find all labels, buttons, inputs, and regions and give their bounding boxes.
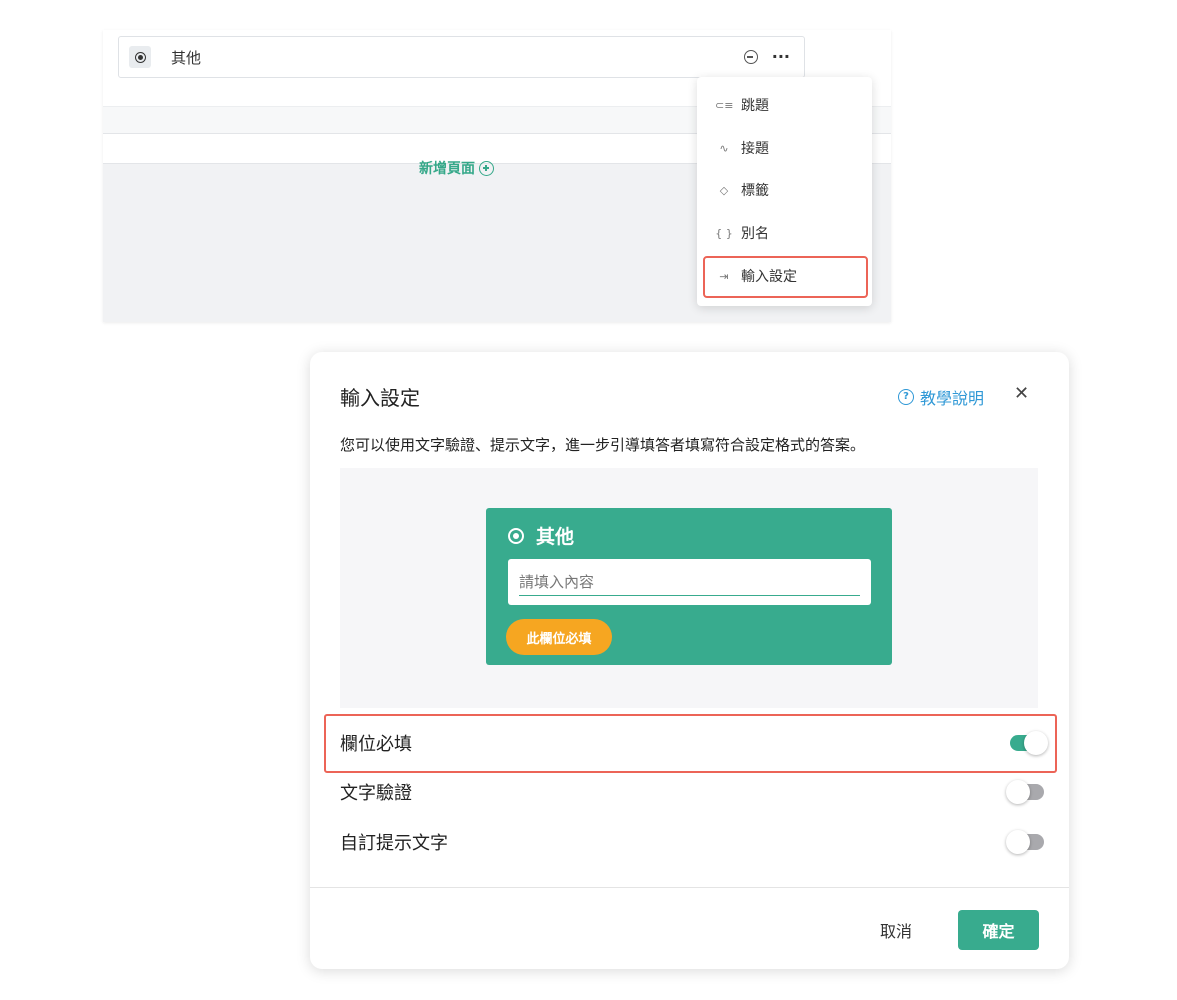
custom-hint-toggle[interactable] [1006, 830, 1048, 854]
more-dots-icon[interactable]: ··· [772, 49, 790, 65]
preview-card: 其他 請填入內容 此欄位必填 [486, 508, 892, 665]
text-validation-toggle[interactable] [1006, 780, 1048, 804]
preview-option-label: 其他 [536, 526, 575, 548]
menu-item-alias[interactable]: { } 別名 [697, 213, 872, 253]
menu-item-label: 接題 [741, 141, 769, 157]
setting-row-custom-hint: 自訂提示文字 [340, 822, 1044, 862]
radio-icon [508, 527, 524, 544]
radio-icon [129, 46, 151, 68]
option-label[interactable]: 其他 [171, 47, 201, 68]
dialog-title: 輸入設定 [340, 386, 420, 410]
option-tools: ··· [743, 49, 790, 65]
add-page-label: 新增頁面 [419, 161, 475, 177]
menu-item-label: 別名 [741, 226, 769, 242]
close-icon[interactable]: ✕ [1014, 384, 1029, 404]
required-badge: 此欄位必填 [506, 619, 612, 655]
preview-area: 其他 請填入內容 此欄位必填 [340, 468, 1038, 708]
cancel-button[interactable]: 取消 [863, 910, 929, 950]
setting-label: 自訂提示文字 [340, 833, 448, 854]
setting-row-text-validation: 文字驗證 [340, 772, 1044, 812]
input-setting-dialog: 輸入設定 ? 教學說明 ✕ 您可以使用文字驗證、提示文字，進一步引導填答者填寫符… [310, 352, 1069, 969]
menu-item-label: 跳題 [741, 98, 769, 114]
minus-circle-icon[interactable] [743, 50, 758, 64]
menu-item-label: 標籤 [741, 183, 769, 199]
preview-input: 請填入內容 [508, 559, 871, 605]
dialog-divider [310, 887, 1069, 888]
preview-input-placeholder: 請填入內容 [519, 573, 595, 591]
confirm-button[interactable]: 確定 [958, 910, 1039, 950]
jump-icon: ⊂≡ [715, 98, 734, 112]
add-page-button[interactable]: 新增頁面 [419, 158, 494, 178]
help-link[interactable]: ? 教學說明 [898, 385, 984, 409]
menu-item-jump[interactable]: ⊂≡ 跳題 [697, 85, 872, 125]
connect-icon: ∿ [719, 141, 729, 155]
setting-label: 文字驗證 [340, 783, 412, 804]
tag-icon: ◇ [719, 183, 729, 197]
menu-item-tag[interactable]: ◇ 標籤 [697, 170, 872, 210]
plus-circle-icon [479, 160, 494, 176]
required-highlight-box [324, 714, 1057, 773]
help-link-label: 教學說明 [920, 389, 985, 408]
input-underline [519, 595, 860, 596]
question-circle-icon: ? [898, 389, 914, 405]
menu-highlight-box [703, 256, 868, 298]
alias-icon: { } [715, 226, 733, 240]
preview-option: 其他 [508, 522, 574, 549]
menu-item-connect[interactable]: ∿ 接題 [697, 128, 872, 168]
option-row[interactable]: 其他 ··· [118, 36, 805, 78]
dialog-description: 您可以使用文字驗證、提示文字，進一步引導填答者填寫符合設定格式的答案。 [340, 436, 866, 454]
